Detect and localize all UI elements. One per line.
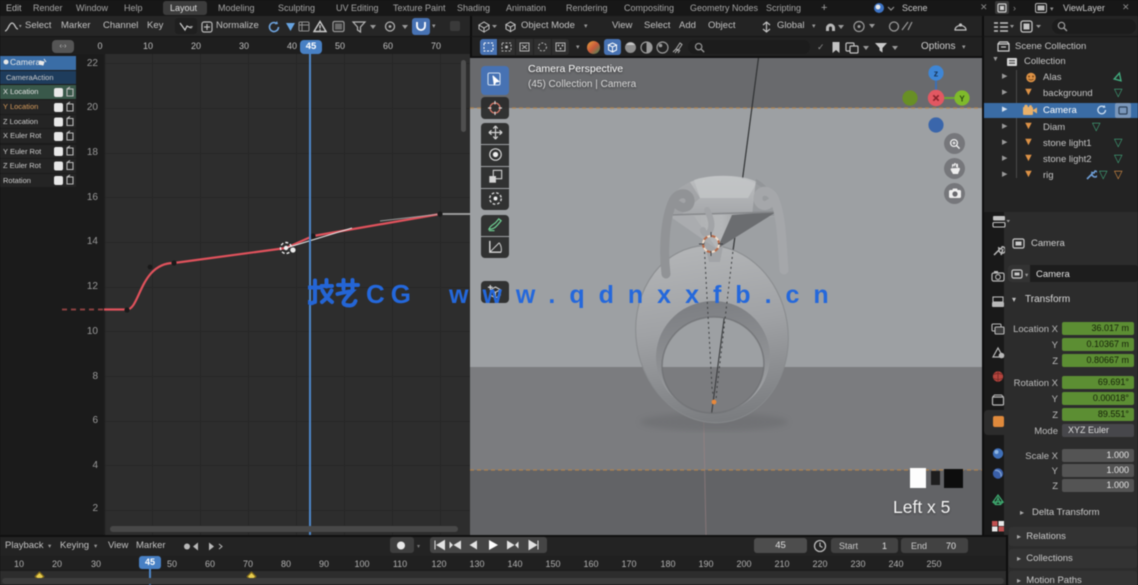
svg-text:CG: CG xyxy=(366,279,417,309)
svg-text:www.qdnxxfb.cn: www.qdnxxfb.cn xyxy=(448,281,843,309)
svg-text:z: z xyxy=(934,69,939,79)
svg-text:Y: Y xyxy=(959,95,965,104)
